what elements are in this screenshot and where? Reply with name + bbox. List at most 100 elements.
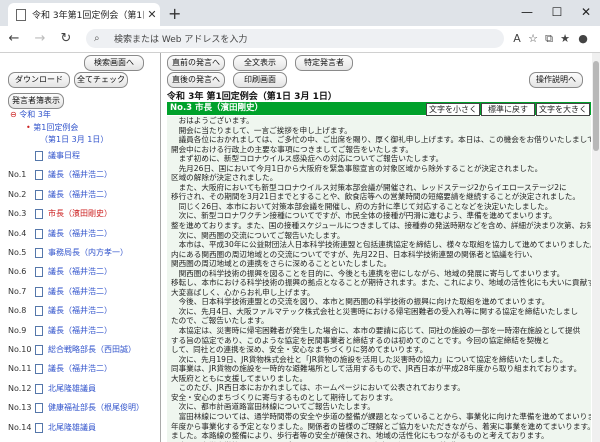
tree-row-number: No.3: [8, 209, 27, 219]
prev-speech-button[interactable]: 直前の発言へ: [167, 55, 225, 71]
tree-row-label[interactable]: 議長（福井浩二）: [48, 305, 112, 317]
tree-row-number: No.7: [8, 286, 27, 296]
speech-line: 整を進めております。また、国の接種スケジュールにつきましては、接種券の発送時期な…: [171, 221, 591, 231]
refresh-icon[interactable]: ↻: [56, 29, 76, 49]
next-speech-button[interactable]: 直後の発言へ: [167, 72, 225, 88]
tree-row[interactable]: No.4 議長（福井浩二）: [8, 228, 158, 240]
speech-line: また、大阪府においても新型コロナウイルス対策本部会議が開催され、レッドステージ2…: [171, 182, 567, 192]
help-button[interactable]: 操作説明へ: [529, 72, 583, 88]
tree-day[interactable]: （第1日 3月 1日）: [40, 134, 108, 146]
tree-row-number: No.5: [8, 248, 27, 257]
scrollbar-thumb[interactable]: [593, 61, 599, 151]
speech-line: 次に、先月19日、JR貨物株式会社と「JR貨物の施設を活用した災害時の協力」につ…: [171, 354, 568, 364]
speech-line: ました。本路線の整備により、歩行者等の安全が確保され、地域の活性化にもつながるも…: [171, 431, 549, 441]
document-icon: [35, 228, 43, 239]
tree-row[interactable]: No.14 北尾隆雄議員: [8, 422, 158, 434]
font-reset-button[interactable]: 標準に戻す: [481, 103, 535, 116]
tree-row[interactable]: No.7 議長（福井浩二）: [8, 286, 158, 298]
tree-row-label[interactable]: 北尾隆雄議員: [48, 422, 96, 434]
tree-row-label[interactable]: 北尾隆雄議員: [48, 383, 96, 395]
tree-row-number: No.1: [8, 170, 27, 180]
speech-line: 関西圏の科学技術の振興を図ることを目的に、今後とも連携を密にしながら、地域の発展…: [171, 268, 565, 278]
tree-row-number: No.13: [8, 403, 32, 413]
specific-speaker-button[interactable]: 特定発言者: [295, 55, 353, 71]
tree-row-label[interactable]: 市長（濱田剛史）: [48, 208, 112, 220]
tree-row[interactable]: No.9 議長（福井浩二）: [8, 325, 158, 337]
speech-line: 区域の解除が決定されました。: [171, 173, 278, 183]
speech-line: 次に、先月4日、大阪ファルマテック株式会社と災害時における帰宅困難者の受入れ等に…: [171, 306, 579, 316]
maximize-button[interactable]: ☐: [542, 0, 572, 26]
favorites-icon[interactable]: ★: [555, 29, 575, 49]
speaker-bar: No.3 市長（濱田剛史） 文字を小さく 標準に戻す 文字を大きく: [167, 102, 591, 116]
tree-row-label[interactable]: 議長（福井浩二）: [48, 169, 112, 181]
speech-line: 富田林線については、通学時間帯の安全や歩道の整備が課題となっていることから、事業…: [171, 411, 591, 421]
close-window-button[interactable]: ✕: [571, 0, 600, 26]
speech-line: 開会中における行政上の主要な事項につきましてご報告をいたします。: [171, 144, 414, 154]
tree-row[interactable]: No.10 総合戦略部長（西田誠）: [8, 344, 158, 356]
tree-row[interactable]: No.11 議長（福井浩二）: [8, 363, 158, 375]
tree-row[interactable]: No.3 市長（濱田剛史）: [8, 208, 158, 220]
font-smaller-button[interactable]: 文字を小さく: [426, 103, 480, 116]
speech-line: 同事業は、JR貨物の施設を一時的な避難場所として活用するもので、JR西日本が平成…: [171, 364, 582, 374]
document-icon: [35, 383, 43, 394]
speech-line: 本市は、平成30年に公益財団法人日本科学技術連盟と包括連携協定を締結し、様々な取…: [171, 240, 591, 250]
tree-row[interactable]: No.5 事務局長（内方孝一）: [8, 247, 158, 259]
full-text-button[interactable]: 全文表示: [233, 55, 287, 71]
tree-row[interactable]: No.2 議長（福井浩二）: [8, 189, 158, 201]
document-icon: [35, 267, 43, 278]
profile-icon[interactable]: ●: [573, 29, 593, 49]
tree-row-label[interactable]: 健康福祉部長（根尾俊明）: [48, 402, 144, 414]
tree-row-label[interactable]: 議長（福井浩二）: [48, 325, 112, 337]
speech-line: して、同社との連携を深め、安全・安心なまちづくりに努めてまいります。: [171, 345, 428, 355]
tree-session[interactable]: • 第1回定例会: [26, 122, 78, 134]
tree-row-label[interactable]: 議長（福井浩二）: [48, 228, 112, 240]
new-tab-button[interactable]: +: [168, 4, 181, 23]
speech-text: おはようございます。 開会に当たりまして、一言ご挨拶を申し上げます。 議員各位に…: [167, 116, 591, 442]
tree-row-label[interactable]: 議長（福井浩二）: [48, 363, 112, 375]
vertical-scrollbar[interactable]: [592, 53, 600, 442]
minimize-button[interactable]: —: [512, 0, 542, 26]
speaker-list-button[interactable]: 発言者簿表示: [8, 93, 64, 109]
tree-year[interactable]: ⊖ 令和 3年: [10, 109, 51, 121]
tree-row[interactable]: No.8 議長（福井浩二）: [8, 305, 158, 317]
tree-row[interactable]: No.6 議長（福井浩二）: [8, 266, 158, 278]
speech-line: 大変喜ばしく、心からお礼申し上げます。: [171, 287, 315, 297]
tree-row-number: No.14: [8, 422, 32, 432]
tree-row-number: No.4: [8, 228, 27, 238]
speaker-name: No.3 市長（濱田剛史）: [170, 103, 264, 113]
left-pane: 検索画面へ ダウンロード 全てチェック 発言者簿表示 ⊖ 令和 3年 • 第1回…: [0, 53, 161, 442]
speech-line: 関西圏の周辺地域との連携をさらに深めることといたしました。: [171, 259, 392, 269]
title-bar: 令和 3年第1回定例会（第1日 3月 ✕ + — ☐ ✕: [0, 0, 600, 26]
tree-row-label[interactable]: 事務局長（内方孝一）: [48, 247, 128, 259]
tree-row-label[interactable]: 総合戦略部長（西田誠）: [48, 344, 136, 356]
check-all-button[interactable]: 全てチェック: [74, 72, 128, 88]
tree-row-label[interactable]: 議長（福井浩二）: [48, 266, 112, 278]
speech-line: 大阪府とともに支援してまいりました。: [171, 373, 308, 383]
document-icon: [35, 209, 43, 220]
document-icon: [35, 403, 43, 414]
speech-line: 開会に当たりまして、一言ご挨拶を申し上げます。: [171, 125, 352, 135]
tree-row[interactable]: No.12 北尾隆雄議員: [8, 383, 158, 395]
tab-close-icon[interactable]: ✕: [144, 8, 160, 21]
document-icon: [35, 325, 43, 336]
forward-icon[interactable]: →: [30, 29, 50, 49]
font-larger-button[interactable]: 文字を大きく: [536, 103, 590, 116]
tree-year-label: 令和 3年: [19, 110, 51, 119]
tree-row-label[interactable]: 議事日程: [48, 150, 80, 162]
tree-row-label[interactable]: 議長（福井浩二）: [48, 189, 112, 201]
back-icon[interactable]: ←: [4, 29, 24, 49]
browser-tab[interactable]: 令和 3年第1回定例会（第1日 3月 ✕: [8, 3, 160, 26]
tree-row[interactable]: No.13 健康福祉部長（根尾俊明）: [8, 402, 158, 414]
collapse-icon: ⊖: [10, 110, 17, 119]
url-input[interactable]: ⌕ 検索または Web アドレスを入力: [86, 29, 504, 48]
document-icon: [35, 364, 43, 375]
document-icon: [35, 422, 43, 433]
tree-row-number: No.11: [8, 364, 32, 374]
print-screen-button[interactable]: 印刷画面: [233, 72, 287, 88]
speech-line: 年度から事業化する予定となりました。関係者の皆様のご理解とご協力をいただきながら…: [171, 421, 591, 431]
tree-row[interactable]: No.1 議長（福井浩二）: [8, 169, 158, 181]
tree-row-label[interactable]: 議長（福井浩二）: [48, 286, 112, 298]
search-screen-button[interactable]: 検索画面へ: [84, 55, 144, 71]
download-button[interactable]: ダウンロード: [8, 72, 70, 88]
tree-row[interactable]: 議事日程: [8, 150, 158, 162]
